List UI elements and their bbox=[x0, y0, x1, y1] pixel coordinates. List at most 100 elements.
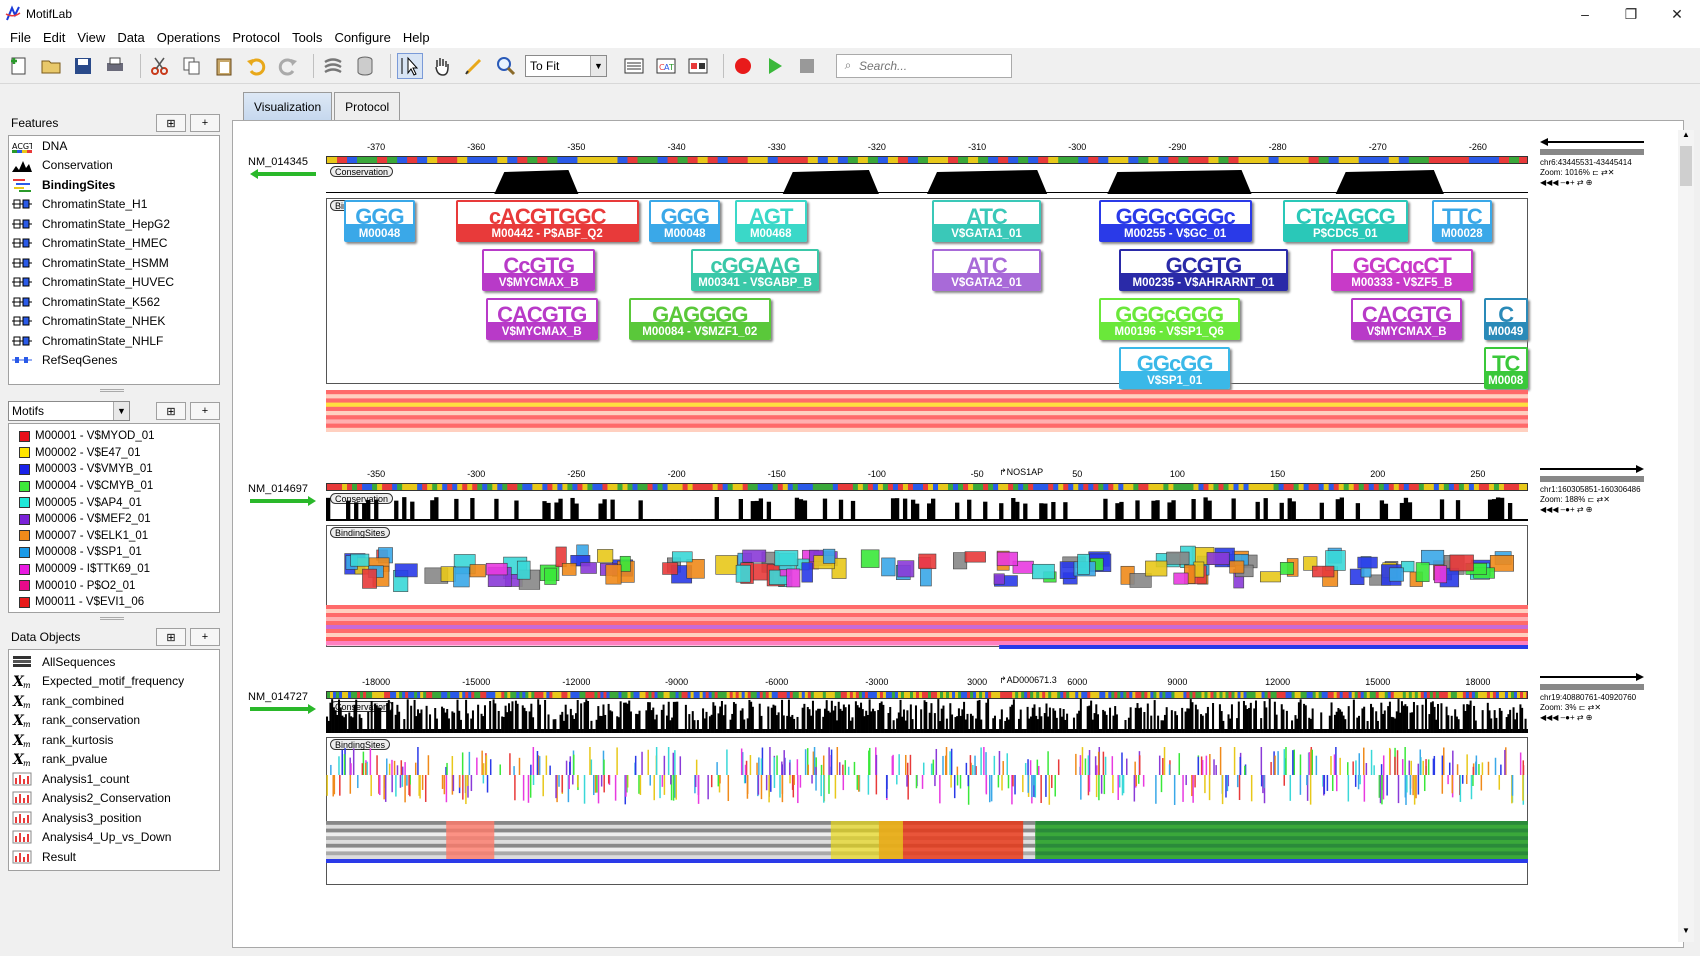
feature-item[interactable]: BindingSites bbox=[9, 175, 219, 195]
menu-view[interactable]: View bbox=[71, 28, 111, 48]
menu-configure[interactable]: Configure bbox=[328, 28, 396, 48]
navigation-icons[interactable]: ◀◀◀ –●+ ⇄ ⊕ bbox=[1540, 178, 1644, 188]
motif-site[interactable]: GGG M00048 bbox=[344, 200, 415, 242]
draw-pencil-icon[interactable] bbox=[461, 53, 487, 79]
data-object-item[interactable]: Analysis1_count bbox=[9, 769, 219, 789]
motifs-select[interactable]: Motifs ▼ bbox=[8, 401, 130, 421]
chromatin-state-tracks[interactable] bbox=[326, 605, 1528, 649]
compare-icon[interactable] bbox=[685, 53, 711, 79]
data-object-item[interactable]: Xm rank_kurtosis bbox=[9, 730, 219, 750]
motif-item[interactable]: M00005 - V$AP4_01 bbox=[9, 494, 219, 511]
zoom-controls-icon[interactable]: ⊏ ⇄✕ bbox=[1588, 495, 1610, 504]
feature-item[interactable]: ChromatinState_K562 bbox=[9, 292, 219, 312]
conservation-track[interactable] bbox=[326, 491, 1528, 521]
copy-icon[interactable] bbox=[179, 53, 205, 79]
sequence-name[interactable]: NM_014697 bbox=[248, 483, 308, 495]
zoom-icon[interactable] bbox=[493, 53, 519, 79]
undo-icon[interactable] bbox=[243, 53, 269, 79]
sequence-name[interactable]: NM_014345 bbox=[248, 156, 308, 168]
motif-site[interactable]: ATC V$GATA2_01 bbox=[931, 249, 1042, 291]
motif-item[interactable]: M00001 - V$MYOD_01 bbox=[9, 428, 219, 445]
data-object-item[interactable]: Result bbox=[9, 847, 219, 867]
color-swatch[interactable] bbox=[19, 580, 30, 592]
save-icon[interactable] bbox=[70, 53, 96, 79]
data-object-item[interactable]: Xm rank_conservation bbox=[9, 711, 219, 731]
viewport-bar[interactable] bbox=[1540, 684, 1644, 690]
viewport-bar[interactable] bbox=[1540, 149, 1644, 155]
motif-site[interactable]: GAGGGG M00084 - V$MZF1_02 bbox=[628, 298, 771, 340]
zoom-controls-icon[interactable]: ⊏ ⇄✕ bbox=[1592, 168, 1614, 177]
viewport-bar[interactable] bbox=[1540, 476, 1644, 482]
motif-site[interactable]: GGG M00048 bbox=[649, 200, 721, 242]
splitter-handle[interactable] bbox=[100, 389, 124, 392]
motif-item[interactable]: M00003 - V$VMYB_01 bbox=[9, 461, 219, 478]
close-button[interactable]: ✕ bbox=[1654, 0, 1700, 28]
search-box[interactable]: ⌕ bbox=[836, 53, 1012, 78]
chromatin-state-tracks[interactable] bbox=[326, 821, 1528, 863]
data-object-item[interactable]: Analysis2_Conservation bbox=[9, 789, 219, 809]
vertical-scrollbar[interactable]: ▲ ▼ bbox=[1678, 130, 1694, 942]
motif-item[interactable]: M00009 - I$TTK69_01 bbox=[9, 561, 219, 578]
data-object-item[interactable]: Xm rank_pvalue bbox=[9, 750, 219, 770]
motif-item[interactable]: M00002 - V$E47_01 bbox=[9, 445, 219, 462]
feature-item[interactable]: ChromatinState_HMEC bbox=[9, 234, 219, 254]
color-swatch[interactable] bbox=[19, 596, 30, 608]
menu-protocol[interactable]: Protocol bbox=[226, 28, 286, 48]
cut-icon[interactable] bbox=[147, 53, 173, 79]
motif-item[interactable]: M00008 - V$SP1_01 bbox=[9, 544, 219, 561]
motif-site[interactable]: GGcGG V$SP1_01 bbox=[1119, 347, 1230, 389]
menu-edit[interactable]: Edit bbox=[37, 28, 71, 48]
navigation-icons[interactable]: ◀◀◀ –●+ ⇄ ⊕ bbox=[1540, 713, 1644, 723]
align-sequences-icon[interactable] bbox=[320, 53, 346, 79]
color-scheme-icon[interactable]: CAT bbox=[653, 53, 679, 79]
motif-site[interactable]: CACGTG V$MYCMAX_B bbox=[1351, 298, 1462, 340]
feature-item[interactable]: RefSeqGenes bbox=[9, 351, 219, 371]
color-swatch[interactable] bbox=[19, 530, 30, 542]
features-add-button[interactable]: + bbox=[190, 114, 220, 132]
feature-item[interactable]: ACGT DNA bbox=[9, 136, 219, 156]
minimize-button[interactable]: – bbox=[1562, 0, 1608, 28]
tab-visualization[interactable]: Visualization bbox=[243, 92, 333, 120]
print-icon[interactable] bbox=[102, 53, 128, 79]
conservation-track[interactable] bbox=[326, 699, 1528, 733]
select-tool-icon[interactable] bbox=[397, 52, 423, 79]
feature-item[interactable]: ChromatinState_HepG2 bbox=[9, 214, 219, 234]
stop-icon[interactable] bbox=[794, 53, 820, 79]
menu-tools[interactable]: Tools bbox=[286, 28, 328, 48]
color-swatch[interactable] bbox=[19, 463, 30, 475]
color-swatch[interactable] bbox=[19, 563, 30, 575]
feature-item[interactable]: Conservation bbox=[9, 156, 219, 176]
paste-icon[interactable] bbox=[211, 53, 237, 79]
motif-site[interactable]: CcGTG V$MYCMAX_B bbox=[482, 249, 596, 291]
splitter-handle[interactable] bbox=[100, 617, 124, 620]
menu-help[interactable]: Help bbox=[397, 28, 436, 48]
chromatin-state-tracks[interactable] bbox=[326, 390, 1528, 432]
pan-hand-icon[interactable] bbox=[429, 53, 455, 79]
motif-site[interactable]: GCGTG M00235 - V$AHRARNT_01 bbox=[1119, 249, 1288, 291]
motif-site[interactable]: GGGcGGGc M00255 - V$GC_01 bbox=[1098, 200, 1252, 242]
data-object-item[interactable]: AllSequences bbox=[9, 652, 219, 672]
tab-protocol[interactable]: Protocol bbox=[334, 92, 401, 120]
menu-file[interactable]: File bbox=[4, 28, 37, 48]
motif-site[interactable]: TTC M00028 bbox=[1431, 200, 1492, 242]
color-swatch[interactable] bbox=[19, 447, 30, 459]
dna-track[interactable] bbox=[326, 691, 1528, 699]
data-object-item[interactable]: Xm Expected_motif_frequency bbox=[9, 672, 219, 692]
motif-item[interactable]: M00004 - V$CMYB_01 bbox=[9, 478, 219, 495]
motif-item[interactable]: M00011 - V$EVI1_06 bbox=[9, 594, 219, 611]
feature-item[interactable]: ChromatinState_H1 bbox=[9, 195, 219, 215]
color-swatch[interactable] bbox=[19, 497, 30, 509]
new-icon[interactable] bbox=[6, 53, 32, 79]
sequence-name[interactable]: NM_014727 bbox=[248, 691, 308, 703]
zoom-controls-icon[interactable]: ⊏ ⇄✕ bbox=[1579, 703, 1601, 712]
motif-item[interactable]: M00007 - V$ELK1_01 bbox=[9, 528, 219, 545]
data-object-item[interactable]: Xm rank_combined bbox=[9, 691, 219, 711]
motifs-add-button[interactable]: + bbox=[190, 402, 220, 420]
motif-site[interactable]: cACGTGGC M00442 - P$ABF_Q2 bbox=[455, 200, 639, 242]
dna-track[interactable] bbox=[326, 483, 1528, 491]
binding-site-ticks[interactable] bbox=[326, 747, 1528, 807]
play-icon[interactable] bbox=[762, 53, 788, 79]
feature-item[interactable]: ChromatinState_NHLF bbox=[9, 331, 219, 351]
feature-item[interactable]: ChromatinState_HSMM bbox=[9, 253, 219, 273]
conservation-track[interactable] bbox=[326, 164, 1528, 194]
